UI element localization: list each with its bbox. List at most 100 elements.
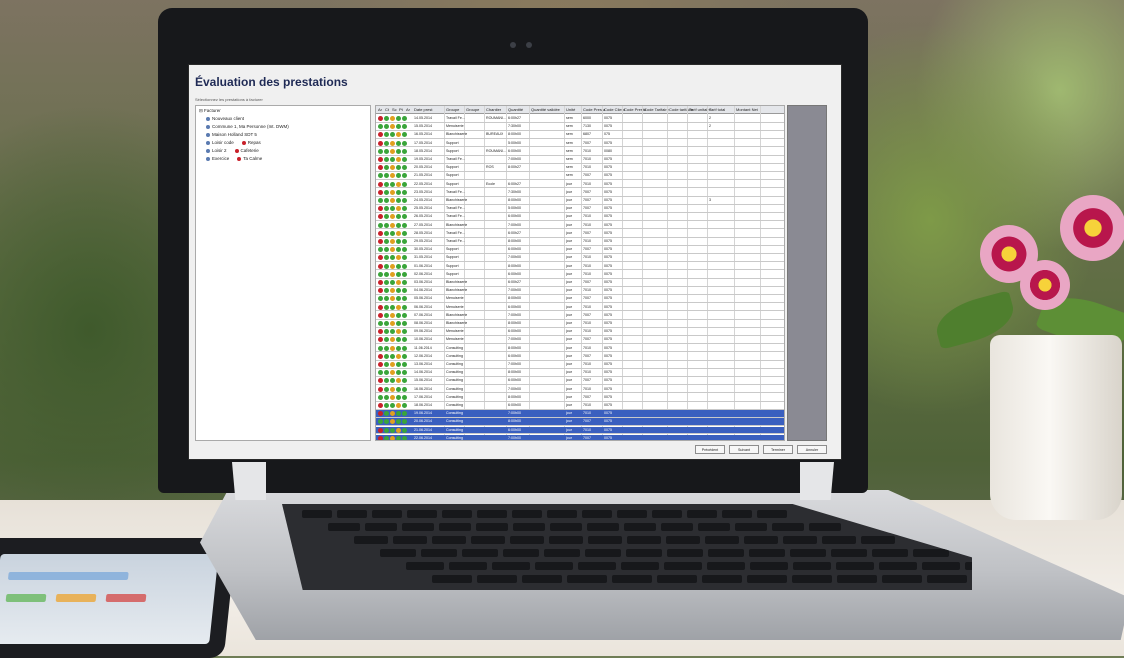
table-row[interactable]: 18.06.2014 Consulting 6:00h00 jour 7010 0075 [376, 402, 784, 410]
table-row[interactable]: 17.05.2014 Support 5:00h00 sem 7007 0075 [376, 140, 784, 148]
status-light-icon[interactable] [390, 304, 395, 310]
status-light-icon[interactable] [402, 394, 407, 400]
status-light-icon[interactable] [402, 157, 407, 162]
status-light-icon[interactable] [396, 239, 401, 244]
column-header[interactable]: Tarif total [709, 107, 725, 112]
status-light-icon[interactable] [402, 263, 407, 269]
column-header[interactable]: Code Tarifaire [644, 107, 669, 112]
status-light-icon[interactable] [384, 378, 389, 384]
status-light-icon[interactable] [384, 411, 389, 417]
status-light-icon[interactable] [402, 140, 407, 146]
navigation-tree[interactable]: ⊟ Facturer Nouveaux client Commune 1, Ma … [195, 105, 371, 441]
status-light-icon[interactable] [390, 140, 395, 146]
status-light-icon[interactable] [396, 206, 401, 212]
table-row[interactable]: 22.05.2014 Support Ecole 6:00h27 jour 7010 007… [376, 181, 784, 189]
status-light-icon[interactable] [384, 280, 389, 285]
status-light-icon[interactable] [378, 132, 383, 138]
table-row[interactable]: 18.05.2014 Support ROUMANI... 6:00h00 sem 701… [376, 148, 784, 156]
status-light-icon[interactable] [384, 419, 389, 425]
table-row[interactable]: 14.06.2014 Consulting 8:00h00 jour 7010 0075 [376, 369, 784, 377]
status-light-icon[interactable] [402, 427, 407, 433]
status-light-icon[interactable] [384, 214, 389, 220]
status-light-icon[interactable] [390, 411, 395, 417]
status-light-icon[interactable] [384, 132, 389, 138]
status-light-icon[interactable] [396, 411, 401, 417]
status-light-icon[interactable] [396, 403, 401, 408]
table-row[interactable]: 19.06.2014 Consulting 7:00h00 jour 7010 0075 [376, 410, 784, 418]
status-light-icon[interactable] [402, 230, 407, 236]
status-light-icon[interactable] [396, 435, 401, 440]
table-row[interactable]: 03.06.2014 Blanchisserie 6:00h27 jour 7007 00… [376, 279, 784, 287]
status-light-icon[interactable] [390, 165, 395, 171]
status-light-icon[interactable] [402, 353, 407, 359]
status-light-icon[interactable] [390, 148, 395, 154]
status-light-icon[interactable] [378, 280, 383, 285]
tree-item[interactable]: Exercice Ta Calme [206, 156, 262, 161]
status-light-icon[interactable] [378, 157, 383, 162]
status-light-icon[interactable] [378, 337, 383, 343]
status-light-icon[interactable] [390, 353, 395, 359]
table-row[interactable]: 04.06.2014 Blanchisserie 7:00h00 jour 7010 00… [376, 287, 784, 295]
status-light-icon[interactable] [396, 378, 401, 384]
table-row[interactable]: 23.05.2014 Travail Fe... 7:30h00 jour 7007 00… [376, 189, 784, 197]
status-light-icon[interactable] [384, 435, 389, 440]
grid-scrollbar[interactable] [787, 105, 827, 441]
finish-button[interactable]: Terminer [763, 445, 793, 454]
status-light-icon[interactable] [390, 255, 395, 261]
status-light-icon[interactable] [378, 230, 383, 236]
table-row[interactable]: 20.05.2014 Support ROS 8:00h27 sem 7010 0075 [376, 164, 784, 172]
status-light-icon[interactable] [378, 353, 383, 359]
table-row[interactable]: 16.06.2014 Consulting 7:00h00 jour 7010 0075 [376, 386, 784, 394]
status-light-icon[interactable] [396, 312, 401, 318]
column-header[interactable]: Date prest [414, 107, 432, 112]
tree-item[interactable]: Commune 1, Ma Personne (Int. DWM) [206, 124, 289, 129]
status-light-icon[interactable] [390, 157, 395, 162]
column-header[interactable]: Pt [399, 107, 403, 112]
tree-root[interactable]: ⊟ Facturer [199, 108, 221, 114]
status-light-icon[interactable] [378, 304, 383, 310]
status-light-icon[interactable] [384, 337, 389, 343]
status-light-icon[interactable] [390, 435, 395, 440]
column-header[interactable]: Chantier [486, 107, 501, 112]
status-light-icon[interactable] [402, 403, 407, 408]
table-row[interactable]: 11.06.2014 Consulting 8:00h00 jour 7010 0075 [376, 345, 784, 353]
tree-item[interactable]: Nouveaux client [206, 116, 244, 121]
status-light-icon[interactable] [396, 247, 401, 253]
status-light-icon[interactable] [402, 304, 407, 310]
status-light-icon[interactable] [396, 271, 401, 277]
status-light-icon[interactable] [402, 255, 407, 261]
status-light-icon[interactable] [390, 206, 395, 212]
column-header[interactable]: Groupe [446, 107, 459, 112]
status-light-icon[interactable] [402, 329, 407, 335]
status-light-icon[interactable] [402, 321, 407, 326]
status-light-icon[interactable] [402, 370, 407, 376]
status-light-icon[interactable] [378, 362, 383, 367]
table-row[interactable]: 16.05.2014 Blanchisserie BUREAUX 8:00h00 sem… [376, 131, 784, 140]
status-light-icon[interactable] [378, 296, 383, 302]
status-light-icon[interactable] [390, 189, 395, 195]
status-light-icon[interactable] [378, 386, 383, 392]
status-light-icon[interactable] [378, 394, 383, 400]
status-light-icon[interactable] [396, 132, 401, 138]
status-light-icon[interactable] [378, 321, 383, 326]
status-light-icon[interactable] [396, 148, 401, 154]
status-light-icon[interactable] [390, 271, 395, 277]
status-light-icon[interactable] [390, 329, 395, 335]
status-light-icon[interactable] [402, 362, 407, 367]
status-light-icon[interactable] [390, 124, 395, 130]
status-light-icon[interactable] [396, 189, 401, 195]
status-light-icon[interactable] [384, 403, 389, 408]
status-light-icon[interactable] [396, 255, 401, 261]
status-light-icon[interactable] [384, 189, 389, 195]
table-row[interactable]: 21.06.2014 Consulting 6:00h00 jour 7010 0075 [376, 426, 784, 435]
status-light-icon[interactable] [402, 132, 407, 138]
table-row[interactable]: 02.06.2014 Support 6:00h00 jour 7010 0075 [376, 271, 784, 279]
status-light-icon[interactable] [390, 198, 395, 203]
status-light-icon[interactable] [390, 419, 395, 425]
column-header[interactable]: Groupe [466, 107, 479, 112]
column-header[interactable]: Sc [392, 107, 397, 112]
column-header[interactable]: Unité [566, 107, 575, 112]
status-light-icon[interactable] [396, 124, 401, 130]
status-light-icon[interactable] [390, 312, 395, 318]
table-row[interactable]: 13.06.2014 Consulting 7:00h00 jour 7010 0075 [376, 361, 784, 369]
